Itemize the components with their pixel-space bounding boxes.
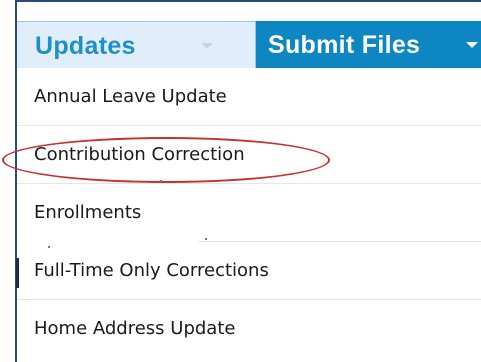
tab-submit-files-label: Submit Files <box>268 31 421 59</box>
left-edge-mark <box>16 258 19 288</box>
artifact-dot <box>160 180 162 182</box>
menu-item-label: Home Address Update <box>34 318 236 339</box>
menu-item-label: Annual Leave Update <box>34 86 227 107</box>
menu-item-label: Contribution Correction <box>34 144 245 165</box>
tab-updates[interactable]: Updates <box>17 21 256 68</box>
menu-item-enrollments[interactable]: Enrollments <box>17 184 481 242</box>
menu-item-annual-leave-update[interactable]: Annual Leave Update <box>17 68 481 126</box>
tab-submit-files[interactable]: Submit Files <box>256 21 481 68</box>
menu-item-contribution-correction[interactable]: Contribution Correction <box>17 126 481 184</box>
updates-dropdown-menu: Annual Leave Update Contribution Correct… <box>17 68 481 362</box>
menu-item-full-time-only-corrections[interactable]: Full-Time Only Corrections <box>17 242 481 300</box>
menu-item-label: Full-Time Only Corrections <box>34 260 269 281</box>
artifact-dot <box>48 246 50 248</box>
menu-item-label: Enrollments <box>34 202 142 223</box>
chevron-down-icon[interactable] <box>201 43 213 49</box>
chevron-down-icon[interactable] <box>466 42 478 48</box>
tab-updates-label: Updates <box>35 32 136 60</box>
tab-bar: Updates Submit Files <box>17 21 481 68</box>
menu-item-home-address-update[interactable]: Home Address Update <box>17 300 481 358</box>
artifact-dot <box>205 238 207 240</box>
